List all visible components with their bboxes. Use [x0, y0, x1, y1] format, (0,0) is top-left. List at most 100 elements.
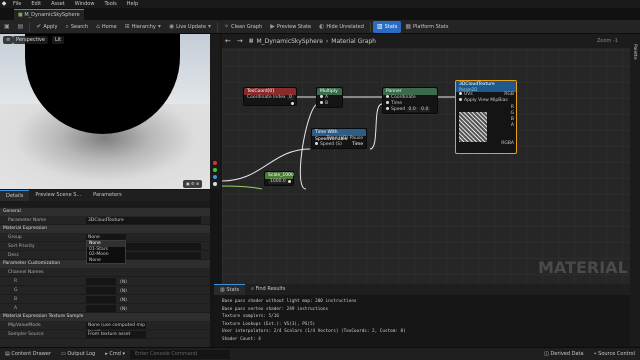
viewport-settings-icon[interactable]: ▣ ⚙ ⊕: [183, 180, 203, 188]
menu-tools[interactable]: Tools: [99, 0, 121, 8]
live-update-button[interactable]: ◉ Live Update ▾: [165, 21, 215, 33]
node-texture-parameter[interactable]: 3DCloudTexture Param2D UVs RGB Apply View…: [455, 80, 517, 154]
apply-icon: ✔: [36, 22, 42, 30]
panner-speed-pin[interactable]: [386, 107, 389, 110]
document-tab-bar: [0, 8, 640, 20]
channel-r-field[interactable]: [86, 278, 116, 285]
preview-state-icon: ▶: [270, 22, 275, 30]
stats-button[interactable]: ▥ Stats: [372, 20, 402, 33]
mip-value-mode-combo[interactable]: None (use computed mip level): [86, 322, 146, 335]
multiply-a-pin[interactable]: [320, 95, 323, 98]
menu-edit[interactable]: Edit: [26, 0, 46, 8]
live-update-icon: ◉: [168, 22, 175, 30]
node-time-with-speed-title: Time With SpeedVariable: [312, 129, 366, 142]
clean-graph-button[interactable]: ✧ Clean Graph: [220, 21, 266, 33]
section-material-expression[interactable]: Material Expression: [0, 225, 210, 233]
document-tab-label: M_DynamicSkySphere: [24, 12, 80, 18]
hierarchy-button[interactable]: ⊞ Hierarchy ▾: [121, 21, 165, 33]
channel-g-field[interactable]: [86, 287, 116, 294]
tab-details[interactable]: Details: [0, 190, 30, 201]
lit-button[interactable]: Lit: [52, 36, 65, 44]
back-arrow-icon[interactable]: ←: [222, 37, 234, 45]
forward-arrow-icon[interactable]: →: [234, 37, 246, 45]
channel-a-field[interactable]: [86, 305, 116, 312]
node-scalar[interactable]: Scale_1000 1000.0: [264, 171, 294, 186]
breadcrumb-root[interactable]: M_DynamicSkySphere: [256, 38, 322, 45]
panner-speed-y[interactable]: 0.0: [419, 107, 431, 112]
console-input[interactable]: Enter Console Command: [129, 349, 230, 359]
tab-stats[interactable]: ▥ Stats: [214, 284, 246, 295]
derived-data-button[interactable]: ◫ Derived Data: [539, 348, 588, 360]
browse-button[interactable]: ▤: [14, 21, 28, 33]
panner-speed-x[interactable]: 0.0: [406, 107, 418, 112]
unreal-logo-icon[interactable]: ◆: [0, 0, 8, 8]
stats-panel: Base pass shader without light map: 200 …: [214, 295, 630, 347]
node-multiply[interactable]: Multiply A B: [316, 87, 343, 108]
panner-time-pin[interactable]: [386, 101, 389, 104]
panner-coordinate-pin[interactable]: [386, 95, 389, 98]
material-graph-canvas[interactable]: [222, 34, 630, 284]
blue-channel-icon[interactable]: [213, 175, 217, 179]
search-button[interactable]: ⌕ Search: [62, 21, 93, 33]
section-general[interactable]: General: [0, 208, 210, 216]
channel-a-value: (N): [120, 307, 127, 312]
palette-tab[interactable]: Palette: [630, 34, 637, 60]
content-drawer-button[interactable]: ▤ Content Drawer: [0, 348, 56, 360]
menu-help[interactable]: Help: [122, 0, 143, 8]
texcoord-pin-label: Coordinate Index: [247, 95, 286, 100]
stats-line: Texture Lookups (Est.): VS(3), PS(5): [222, 321, 316, 327]
document-tab[interactable]: ■ M_DynamicSkySphere ×: [14, 9, 84, 28]
perspective-button[interactable]: Perspective: [13, 36, 48, 44]
sampler-source-label: Sampler Source: [8, 332, 44, 337]
node-panner-title: Panner: [383, 88, 437, 95]
alpha-channel-icon[interactable]: [213, 182, 217, 186]
platform-stats-icon: ▦: [405, 22, 411, 30]
channel-names-label: Channel Names: [8, 270, 44, 275]
texparam-uvs-pin[interactable]: [459, 92, 462, 95]
platform-stats-button[interactable]: ▦ Platform Stats: [401, 21, 452, 33]
node-texcoord[interactable]: TexCoord[0] Coordinate Index 0: [243, 87, 297, 106]
viewport-menu-button[interactable]: ≡: [3, 36, 14, 44]
red-channel-icon[interactable]: [213, 161, 217, 165]
save-icon: ▣: [4, 22, 10, 30]
material-icon: ■: [18, 12, 23, 18]
node-time-with-speed[interactable]: Time With SpeedVariable Time (V3) Pause …: [311, 128, 367, 149]
green-channel-icon[interactable]: [213, 168, 217, 172]
tab-parameters[interactable]: Parameters: [87, 190, 128, 201]
channel-b-field[interactable]: [86, 296, 116, 303]
breadcrumb-leaf[interactable]: Material Graph: [331, 38, 376, 45]
tab-preview-scene-settings[interactable]: Preview Scene S...: [29, 190, 87, 201]
sampler-source-combo[interactable]: From texture asset: [86, 331, 146, 338]
graph-header: ← → ▦ M_DynamicSkySphere › Material Grap…: [222, 34, 630, 48]
menu-asset[interactable]: Asset: [46, 0, 70, 8]
menu-window[interactable]: Window: [70, 0, 100, 8]
details-search[interactable]: [0, 201, 210, 208]
tab-find-results[interactable]: ⌕ Find Results: [245, 284, 291, 295]
time-speed-input-pin[interactable]: [315, 142, 318, 145]
group-dropdown-list: None 01-Stars 02-Moon None: [86, 240, 126, 264]
home-button[interactable]: ⌂ Home: [92, 21, 121, 33]
channel-a-label: A: [14, 306, 18, 311]
save-button[interactable]: ▣: [0, 21, 14, 33]
hide-unrelated-button[interactable]: ◐ Hide Unrelated: [315, 21, 368, 33]
preview-state-button[interactable]: ▶ Preview State: [266, 21, 315, 33]
texparam-mip-pin[interactable]: [459, 98, 462, 101]
output-log-button[interactable]: ▭ Output Log: [56, 348, 100, 360]
multiply-b-pin[interactable]: [320, 101, 323, 104]
texcoord-index-field[interactable]: 0: [286, 95, 294, 100]
hierarchy-icon: ⊞: [124, 22, 130, 30]
scalar-output-pin[interactable]: [288, 180, 291, 183]
menu-file[interactable]: File: [8, 0, 26, 8]
scalar-value-field[interactable]: 1000.0: [268, 179, 288, 184]
parameter-name-field[interactable]: 3DCloudTexture: [86, 217, 201, 224]
dropdown-item[interactable]: None: [87, 258, 125, 264]
texcoord-output-pin[interactable]: [291, 102, 294, 105]
toolbar: ▣ ▤ ✔ Apply ⌕ Search ⌂ Home ⊞ Hierarchy ▾ ◉ Li…: [0, 20, 640, 34]
cmd-button[interactable]: ▸ Cmd ▾: [100, 348, 130, 360]
node-panner[interactable]: Panner Coordinate Time Speed 0.0 0.0: [382, 87, 438, 114]
desc-label: Desc: [8, 253, 20, 258]
apply-button[interactable]: ✔ Apply: [32, 21, 61, 33]
preview-viewport[interactable]: ≡ Perspective Lit ▣ ⚙ ⊕: [0, 34, 210, 189]
section-texture-sample[interactable]: Material Expression Texture Sample: [0, 313, 210, 321]
source-control-button[interactable]: ⑂ Source Control: [589, 348, 640, 360]
